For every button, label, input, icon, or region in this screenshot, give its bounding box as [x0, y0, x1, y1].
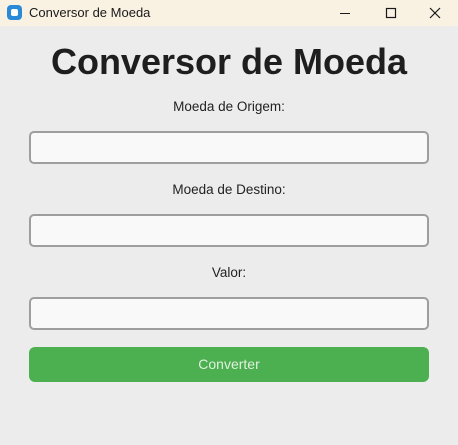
target-currency-label: Moeda de Destino:	[172, 182, 286, 197]
title-bar[interactable]: Conversor de Moeda	[0, 0, 458, 26]
amount-label: Valor:	[211, 265, 247, 280]
window-title: Conversor de Moeda	[29, 5, 151, 20]
convert-button[interactable]: Converter	[29, 347, 429, 382]
maximize-button[interactable]	[368, 0, 414, 26]
close-icon	[429, 7, 441, 19]
target-currency-input[interactable]	[29, 214, 429, 247]
amount-input[interactable]	[29, 297, 429, 330]
maximize-icon	[385, 7, 397, 19]
close-button[interactable]	[412, 0, 458, 26]
minimize-icon	[340, 13, 350, 14]
page-title: Conversor de Moeda	[50, 41, 408, 82]
source-currency-label: Moeda de Origem:	[173, 99, 285, 114]
app-window-icon	[7, 5, 22, 20]
source-currency-input[interactable]	[29, 131, 429, 164]
minimize-button[interactable]	[322, 0, 368, 26]
